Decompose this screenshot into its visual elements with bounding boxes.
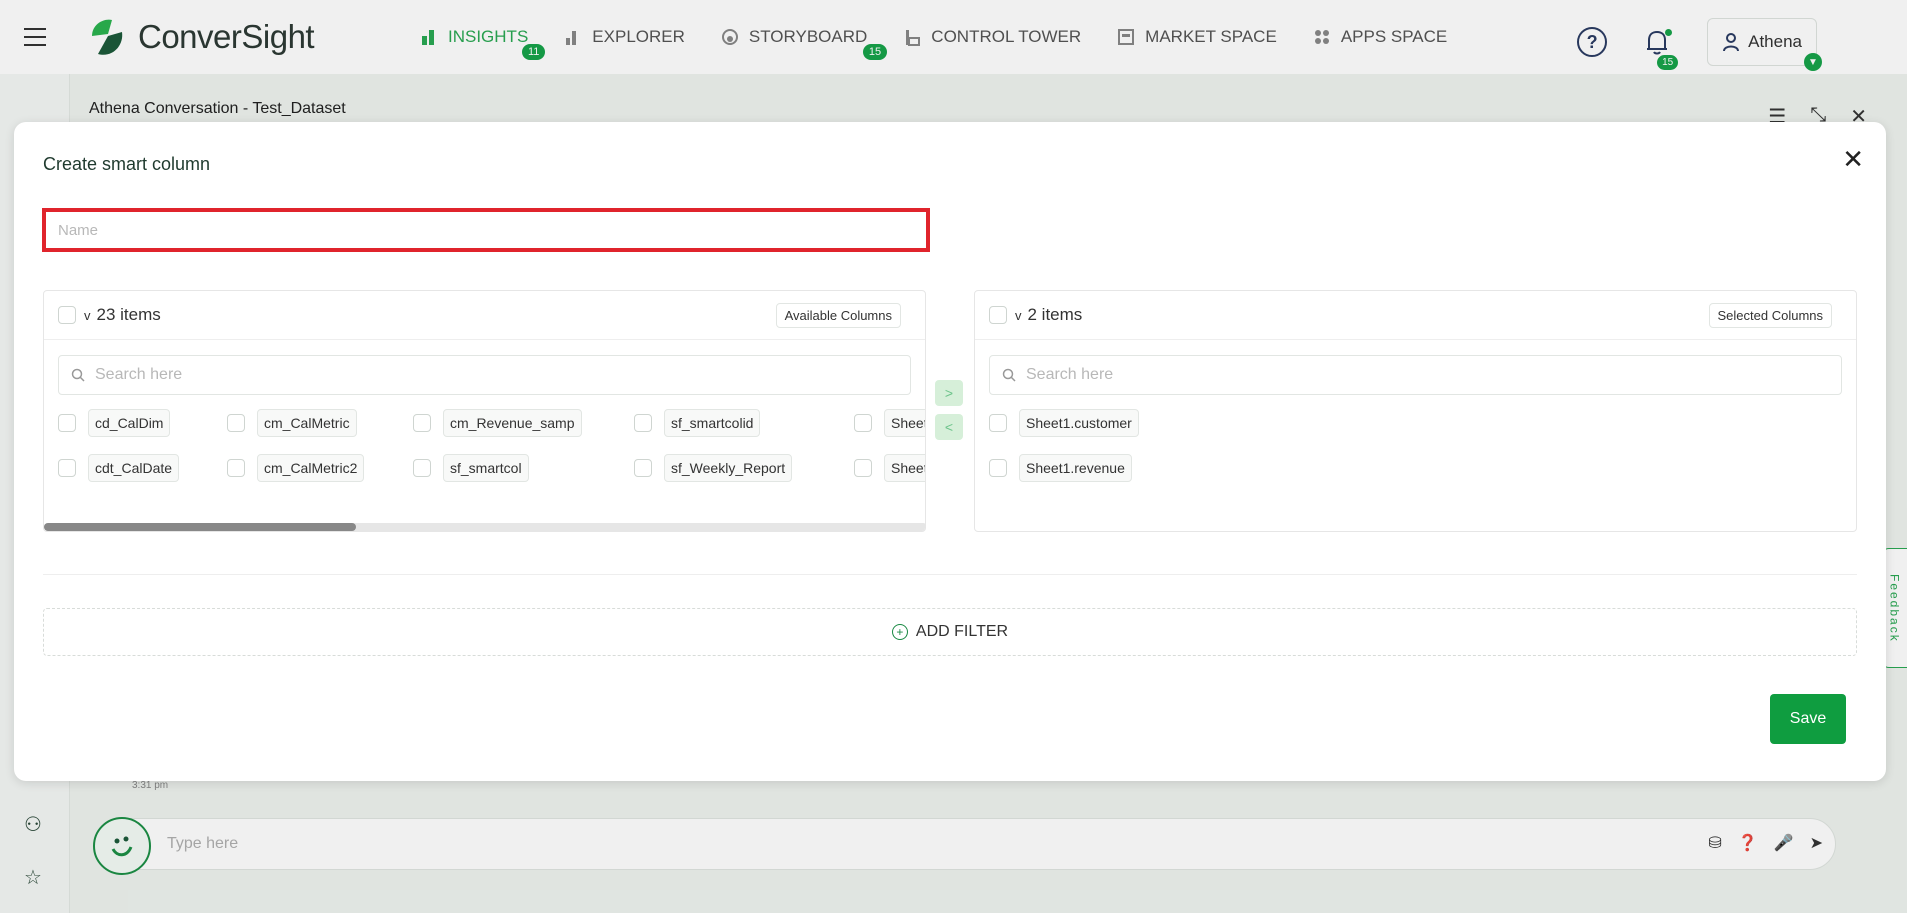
horizontal-scrollbar[interactable] [44,523,925,531]
item-checkbox[interactable] [989,459,1007,477]
select-all-checkbox[interactable] [989,306,1007,324]
add-filter-button[interactable]: + ADD FILTER [43,608,1857,656]
list-item[interactable]: cd_CalDim [58,409,171,437]
column-name: cdt_CalDate [88,454,180,482]
item-checkbox[interactable] [634,414,652,432]
item-checkbox[interactable] [989,414,1007,432]
column-name: cm_CalMetric [257,409,357,437]
column-name: cd_CalDim [88,409,171,437]
selected-columns-header: v 2 items Selected Columns [975,291,1856,340]
move-right-button[interactable]: > [935,380,963,406]
create-smart-column-modal: Create smart column ✕ v 23 items Availab… [14,122,1886,781]
selected-search-input[interactable] [1026,366,1841,384]
select-all-checkbox[interactable] [58,306,76,324]
list-item[interactable]: cm_CalMetric [227,409,357,437]
move-left-button[interactable]: < [935,414,963,440]
list-item[interactable]: Sheet1 [854,409,925,437]
list-item[interactable]: cm_CalMetric2 [227,454,365,482]
column-name: sf_smartcolid [664,409,761,437]
plus-circle-icon: + [891,624,908,640]
available-columns-tag: Available Columns [775,303,901,328]
search-icon [1002,368,1016,382]
column-name: Sheet1 [884,409,925,437]
item-checkbox[interactable] [413,459,431,477]
transfer-buttons: > < [935,380,963,440]
chevron-down-icon[interactable]: v [84,308,91,323]
item-checkbox[interactable] [413,414,431,432]
close-icon[interactable]: ✕ [1842,146,1864,172]
item-checkbox[interactable] [227,414,245,432]
list-item[interactable]: sf_smartcol [413,454,529,482]
available-search [58,355,911,395]
item-checkbox[interactable] [58,414,76,432]
item-count: 23 items [96,305,161,324]
name-input[interactable] [42,208,930,252]
scrollbar-thumb[interactable] [44,523,356,531]
column-name: Sheet1.revenue [1019,454,1132,482]
item-checkbox[interactable] [634,459,652,477]
selected-search [989,355,1842,395]
column-name: cm_CalMetric2 [257,454,365,482]
list-item[interactable]: sf_smartcolid [634,409,761,437]
column-name: Sheet1.customer [1019,409,1139,437]
item-checkbox[interactable] [854,459,872,477]
save-button[interactable]: Save [1770,694,1846,744]
add-filter-label: ADD FILTER [915,623,1009,640]
list-item[interactable]: Sheet1.customer [989,409,1139,437]
item-checkbox[interactable] [227,459,245,477]
available-columns-header: v 23 items Available Columns [44,291,925,340]
item-checkbox[interactable] [58,459,76,477]
column-name: sf_smartcol [443,454,529,482]
divider [43,574,1857,575]
modal-title: Create smart column [43,154,211,174]
list-item[interactable]: cm_Revenue_samp [413,409,582,437]
list-item[interactable]: Sheet1 [854,454,925,482]
list-item[interactable]: cdt_CalDate [58,454,180,482]
available-search-input[interactable] [95,366,910,384]
item-checkbox[interactable] [854,414,872,432]
column-name: Sheet1 [884,454,925,482]
item-count: 2 items [1027,305,1083,324]
column-name: cm_Revenue_samp [443,409,582,437]
available-columns-panel: v 23 items Available Columns cd_CalDim c… [43,290,926,532]
selected-columns-tag: Selected Columns [1708,303,1832,328]
list-item[interactable]: sf_Weekly_Report [634,454,793,482]
search-icon [71,368,85,382]
selected-columns-panel: v 2 items Selected Columns Sheet1.custom… [974,290,1857,532]
list-item[interactable]: Sheet1.revenue [989,454,1132,482]
column-name: sf_Weekly_Report [664,454,793,482]
chevron-down-icon[interactable]: v [1015,308,1022,323]
